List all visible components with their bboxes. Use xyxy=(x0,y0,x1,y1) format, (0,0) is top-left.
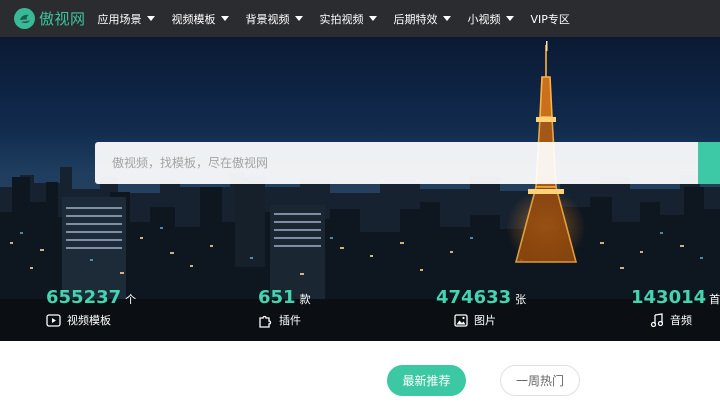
nav-item-label: 小视频 xyxy=(467,12,501,26)
stat-link[interactable]: 音频 xyxy=(649,312,720,328)
stat-count: 474633 xyxy=(436,287,512,308)
nav-item-label: 视频模板 xyxy=(171,12,216,26)
stat-unit: 款 xyxy=(299,293,311,306)
stat-count: 655237 xyxy=(46,287,122,308)
nav-item-label: VIP专区 xyxy=(530,12,570,26)
chevron-down-icon xyxy=(294,16,303,21)
stat-audio: 143014 首 音频 xyxy=(631,287,720,328)
nav-item-live-footage[interactable]: 实拍视频 xyxy=(320,11,377,27)
chevron-down-icon xyxy=(146,16,155,21)
stat-label: 视频模板 xyxy=(67,314,111,327)
stat-unit: 张 xyxy=(515,293,527,306)
stat-label: 插件 xyxy=(279,314,301,327)
nav-item-background-videos[interactable]: 背景视频 xyxy=(246,11,303,27)
chevron-down-icon xyxy=(505,16,514,21)
nav-item-post-effects[interactable]: 后期特效 xyxy=(394,11,451,27)
music-note-icon xyxy=(649,313,664,328)
stat-plugins: 651 款 插件 xyxy=(258,287,311,328)
video-play-icon xyxy=(46,313,61,328)
site-logo[interactable]: 傲视网 xyxy=(14,8,86,29)
stat-link[interactable]: 视频模板 xyxy=(46,312,136,328)
stat-label: 音频 xyxy=(670,314,692,327)
nav-item-video-templates[interactable]: 视频模板 xyxy=(172,11,229,27)
stat-count: 651 xyxy=(258,287,296,308)
stat-link[interactable]: 插件 xyxy=(258,312,311,328)
image-icon xyxy=(453,313,468,328)
chevron-down-icon xyxy=(442,16,451,21)
nav-item-label: 应用场景 xyxy=(97,12,142,26)
nav-item-label: 后期特效 xyxy=(393,12,438,26)
stat-unit: 首 xyxy=(709,293,720,306)
tab-latest-recommended[interactable]: 最新推荐 xyxy=(387,365,466,396)
search-bar xyxy=(95,142,720,184)
nav-item-short-videos[interactable]: 小视频 xyxy=(468,11,514,27)
nav-item-label: 背景视频 xyxy=(245,12,290,26)
nav-item-scenes[interactable]: 应用场景 xyxy=(98,11,155,27)
chevron-down-icon xyxy=(368,16,377,21)
logo-mark-icon xyxy=(14,8,35,29)
stat-link[interactable]: 图片 xyxy=(453,312,526,328)
search-button[interactable] xyxy=(698,142,720,184)
stat-video-templates: 655237 个 视频模板 xyxy=(46,287,136,328)
stat-images: 474633 张 图片 xyxy=(436,287,526,328)
puzzle-icon xyxy=(258,313,273,328)
tab-weekly-popular[interactable]: 一周热门 xyxy=(500,365,580,396)
stat-unit: 个 xyxy=(125,293,137,306)
top-navbar: 傲视网 应用场景 视频模板 背景视频 实拍视频 后期特效 小视频 VIP专区 xyxy=(0,0,720,37)
nav-item-vip[interactable]: VIP专区 xyxy=(531,11,570,27)
search-input[interactable] xyxy=(95,142,698,184)
stat-label: 图片 xyxy=(474,314,496,327)
chevron-down-icon xyxy=(220,16,229,21)
nav-item-label: 实拍视频 xyxy=(319,12,364,26)
stat-count: 143014 xyxy=(631,287,707,308)
hero-banner: 655237 个 视频模板 651 款 插件 474633 张 xyxy=(0,37,720,341)
logo-text: 傲视网 xyxy=(39,10,86,28)
